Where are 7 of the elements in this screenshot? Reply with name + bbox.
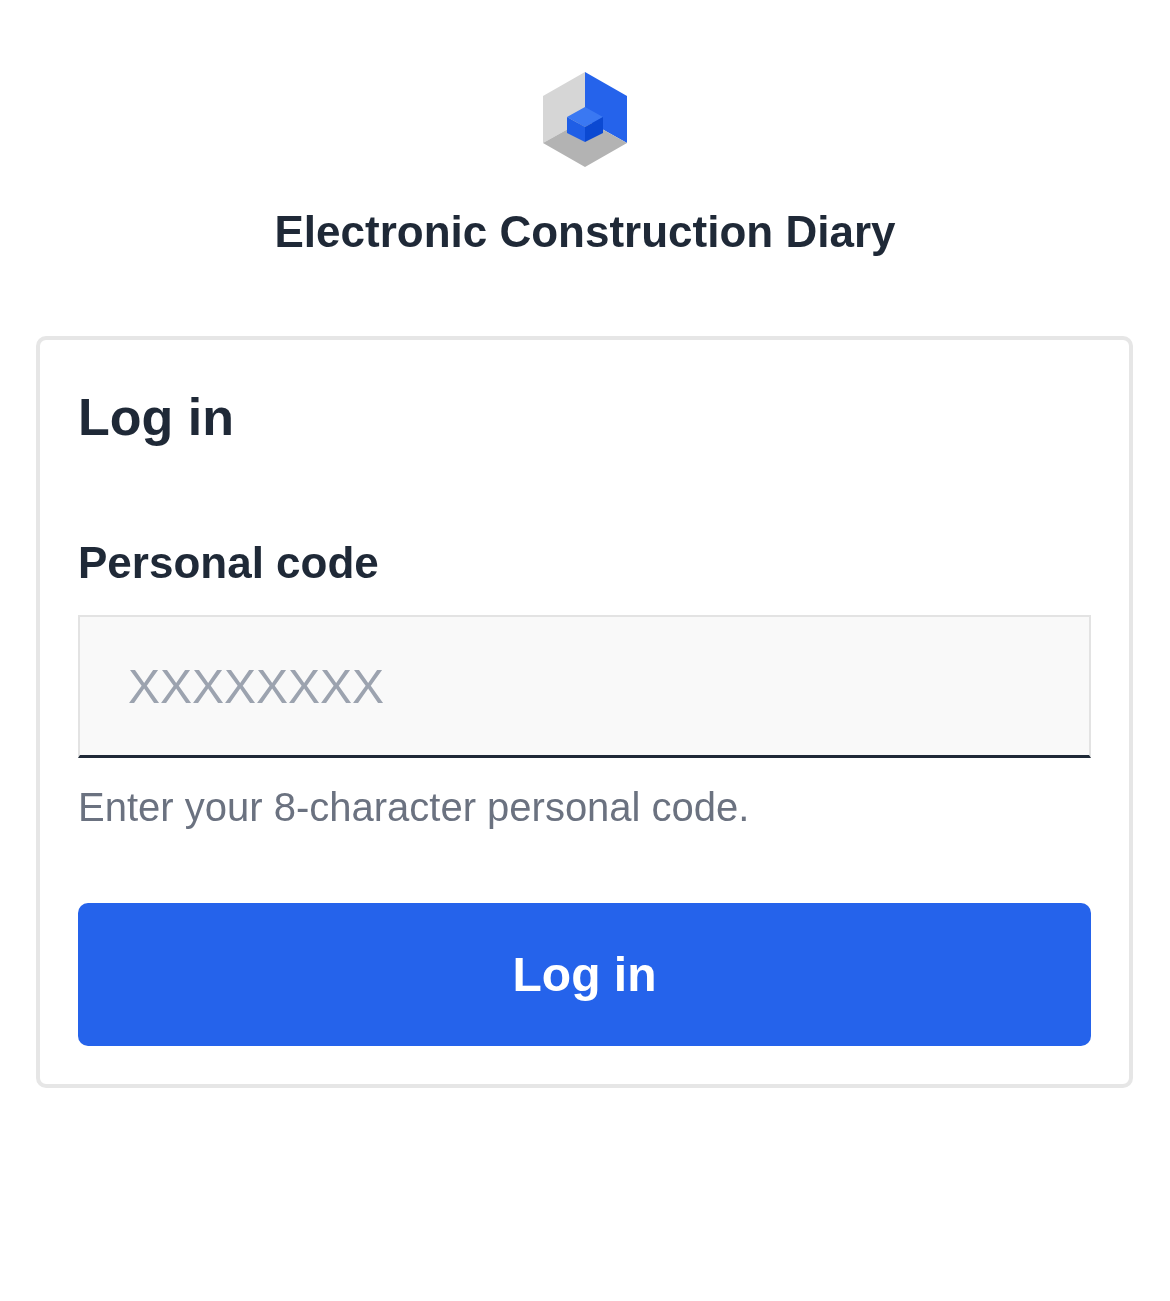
login-button[interactable]: Log in [78,903,1091,1046]
login-heading: Log in [78,387,234,448]
field-label: Personal code [78,537,379,589]
cube-logo-icon [543,72,627,167]
personal-code-field[interactable]: XXXXXXXX [78,615,1091,758]
app-title: Electronic Construction Diary [274,206,896,258]
field-hint: Enter your 8-character personal code. [78,784,750,831]
